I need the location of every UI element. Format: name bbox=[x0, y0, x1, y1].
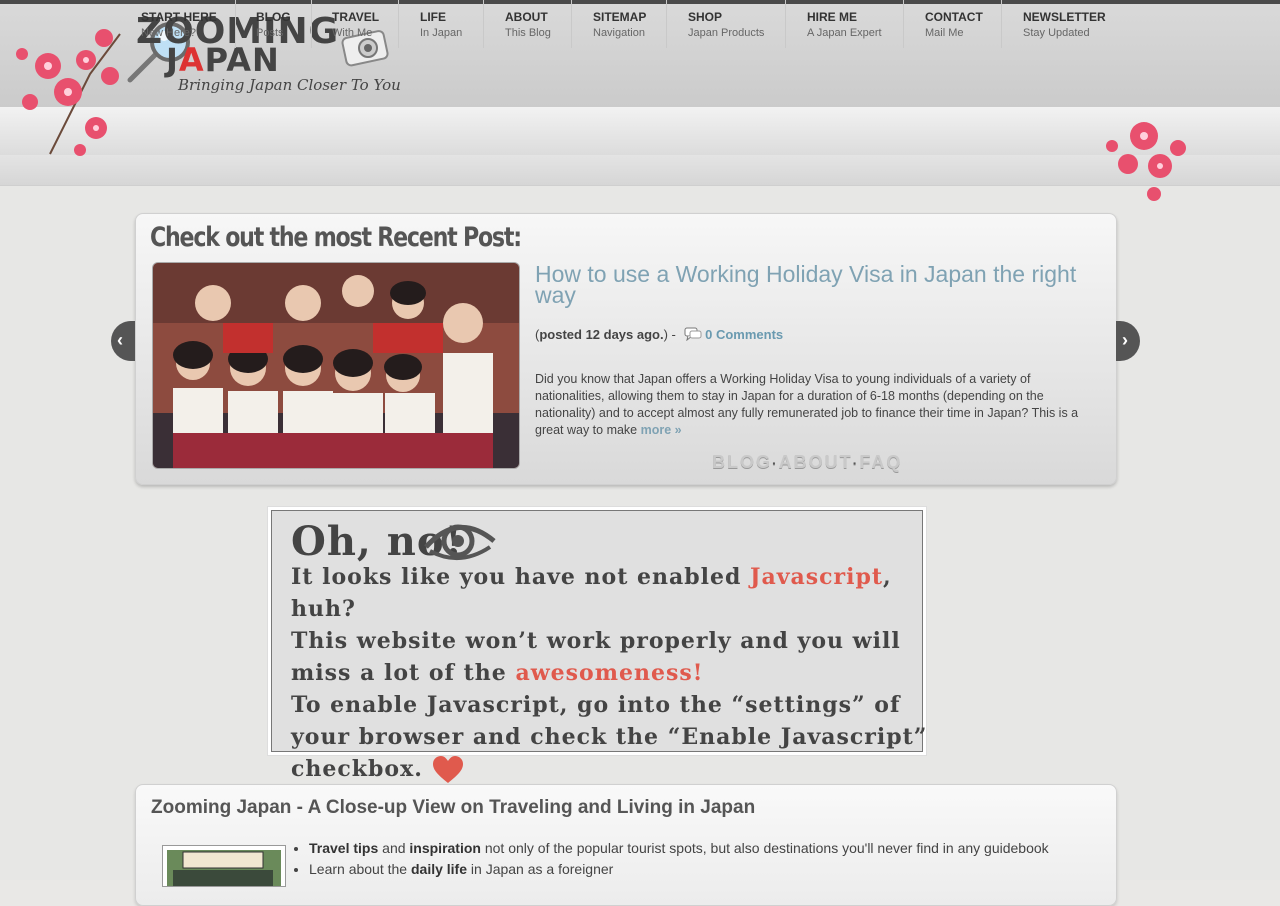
post-date: posted 12 days ago. bbox=[539, 327, 664, 342]
main-nav bbox=[0, 107, 1280, 156]
about-list: Travel tips and inspiration not only of … bbox=[292, 838, 1049, 880]
panel-links: BLOG·ABOUT·FAQ bbox=[712, 452, 903, 472]
eye-icon bbox=[424, 524, 496, 561]
nav-item-contact[interactable]: CONTACT Mail Me bbox=[904, 0, 1002, 48]
temple-photo bbox=[167, 850, 281, 886]
nav-item-title: CONTACT bbox=[925, 10, 983, 24]
nav-item-title: BLOG bbox=[256, 10, 291, 24]
nav-item-blog[interactable]: BLOG Posts bbox=[236, 0, 312, 48]
nav-item-sub: Navigation bbox=[593, 27, 645, 39]
nav-item-title: START HERE bbox=[141, 10, 217, 24]
post-image[interactable] bbox=[152, 262, 520, 469]
nav-item-sub: This Blog bbox=[505, 27, 551, 39]
heart-icon bbox=[432, 756, 463, 783]
nav-item-title: NEWSLETTER bbox=[1023, 10, 1106, 24]
comments-link[interactable]: 0 Comments bbox=[705, 327, 783, 342]
nav-item-sub: Stay Updated bbox=[1023, 27, 1090, 39]
nav-item-sitemap[interactable]: SITEMAP Navigation bbox=[572, 0, 667, 48]
about-heading: Zooming Japan - A Close-up View on Trave… bbox=[151, 797, 756, 818]
js-warning-body: It looks like you have not enabled Javas… bbox=[291, 564, 928, 783]
blog-link[interactable]: BLOG bbox=[712, 452, 772, 472]
chevron-left-icon: ‹ bbox=[117, 330, 123, 350]
cherry-blossom-icon bbox=[16, 29, 121, 156]
post-title-link[interactable]: How to use a Working Holiday Visa in Jap… bbox=[535, 263, 1095, 307]
nav-item-title: ABOUT bbox=[505, 10, 548, 24]
nav-item-sub: In Japan bbox=[420, 27, 463, 39]
nav-item-about[interactable]: ABOUT This Blog bbox=[484, 0, 572, 48]
nav-item-title: LIFE bbox=[420, 10, 446, 24]
list-item: Travel tips and inspiration not only of … bbox=[309, 838, 1049, 859]
nav-item-title: TRAVEL bbox=[332, 10, 380, 24]
nav-item-title: SITEMAP bbox=[593, 10, 647, 24]
about-image bbox=[162, 845, 286, 887]
logo-tagline: Bringing Japan Closer To You bbox=[178, 76, 401, 94]
group-photo bbox=[153, 263, 519, 468]
nav-item-title: SHOP bbox=[688, 10, 723, 24]
recent-post-heading: Check out the most Recent Post: bbox=[150, 222, 522, 253]
sub-bar bbox=[0, 155, 1280, 186]
list-item: Learn about the daily life in Japan as a… bbox=[309, 859, 1049, 880]
nav-item-sub: Japan Products bbox=[688, 27, 765, 39]
nav-item-sub: Posts bbox=[256, 27, 284, 39]
nav-item-sub: New Here? bbox=[141, 27, 197, 39]
nav-item-shop[interactable]: SHOP Japan Products bbox=[667, 0, 786, 48]
nav-item-travel[interactable]: TRAVEL With Me bbox=[312, 0, 399, 48]
nav-item-newsletter[interactable]: NEWSLETTER Stay Updated bbox=[1002, 0, 1112, 48]
nav-item-sub: A Japan Expert bbox=[807, 27, 882, 39]
read-more-link[interactable]: more » bbox=[641, 423, 682, 437]
nav-item-sub: With Me bbox=[332, 27, 373, 39]
about-link[interactable]: ABOUT bbox=[779, 452, 853, 472]
post-excerpt: Did you know that Japan offers a Working… bbox=[535, 372, 1079, 437]
nav-item-hire-me[interactable]: HIRE ME A Japan Expert bbox=[786, 0, 904, 48]
comment-icon bbox=[684, 327, 702, 342]
chevron-right-icon: › bbox=[1122, 330, 1128, 350]
nav-item-sub: Mail Me bbox=[925, 27, 964, 39]
post-meta: (posted 12 days ago.) - 0 Comments bbox=[535, 327, 784, 342]
faq-link[interactable]: FAQ bbox=[859, 452, 902, 472]
nav-item-life[interactable]: LIFE In Japan bbox=[399, 0, 484, 48]
nav-item-title: HIRE ME bbox=[807, 10, 858, 24]
cherry-blossom-icon bbox=[1106, 122, 1186, 201]
nav-item-start-here[interactable]: START HERE New Here? bbox=[122, 0, 236, 48]
logo-line2: JAPAN bbox=[166, 41, 280, 79]
